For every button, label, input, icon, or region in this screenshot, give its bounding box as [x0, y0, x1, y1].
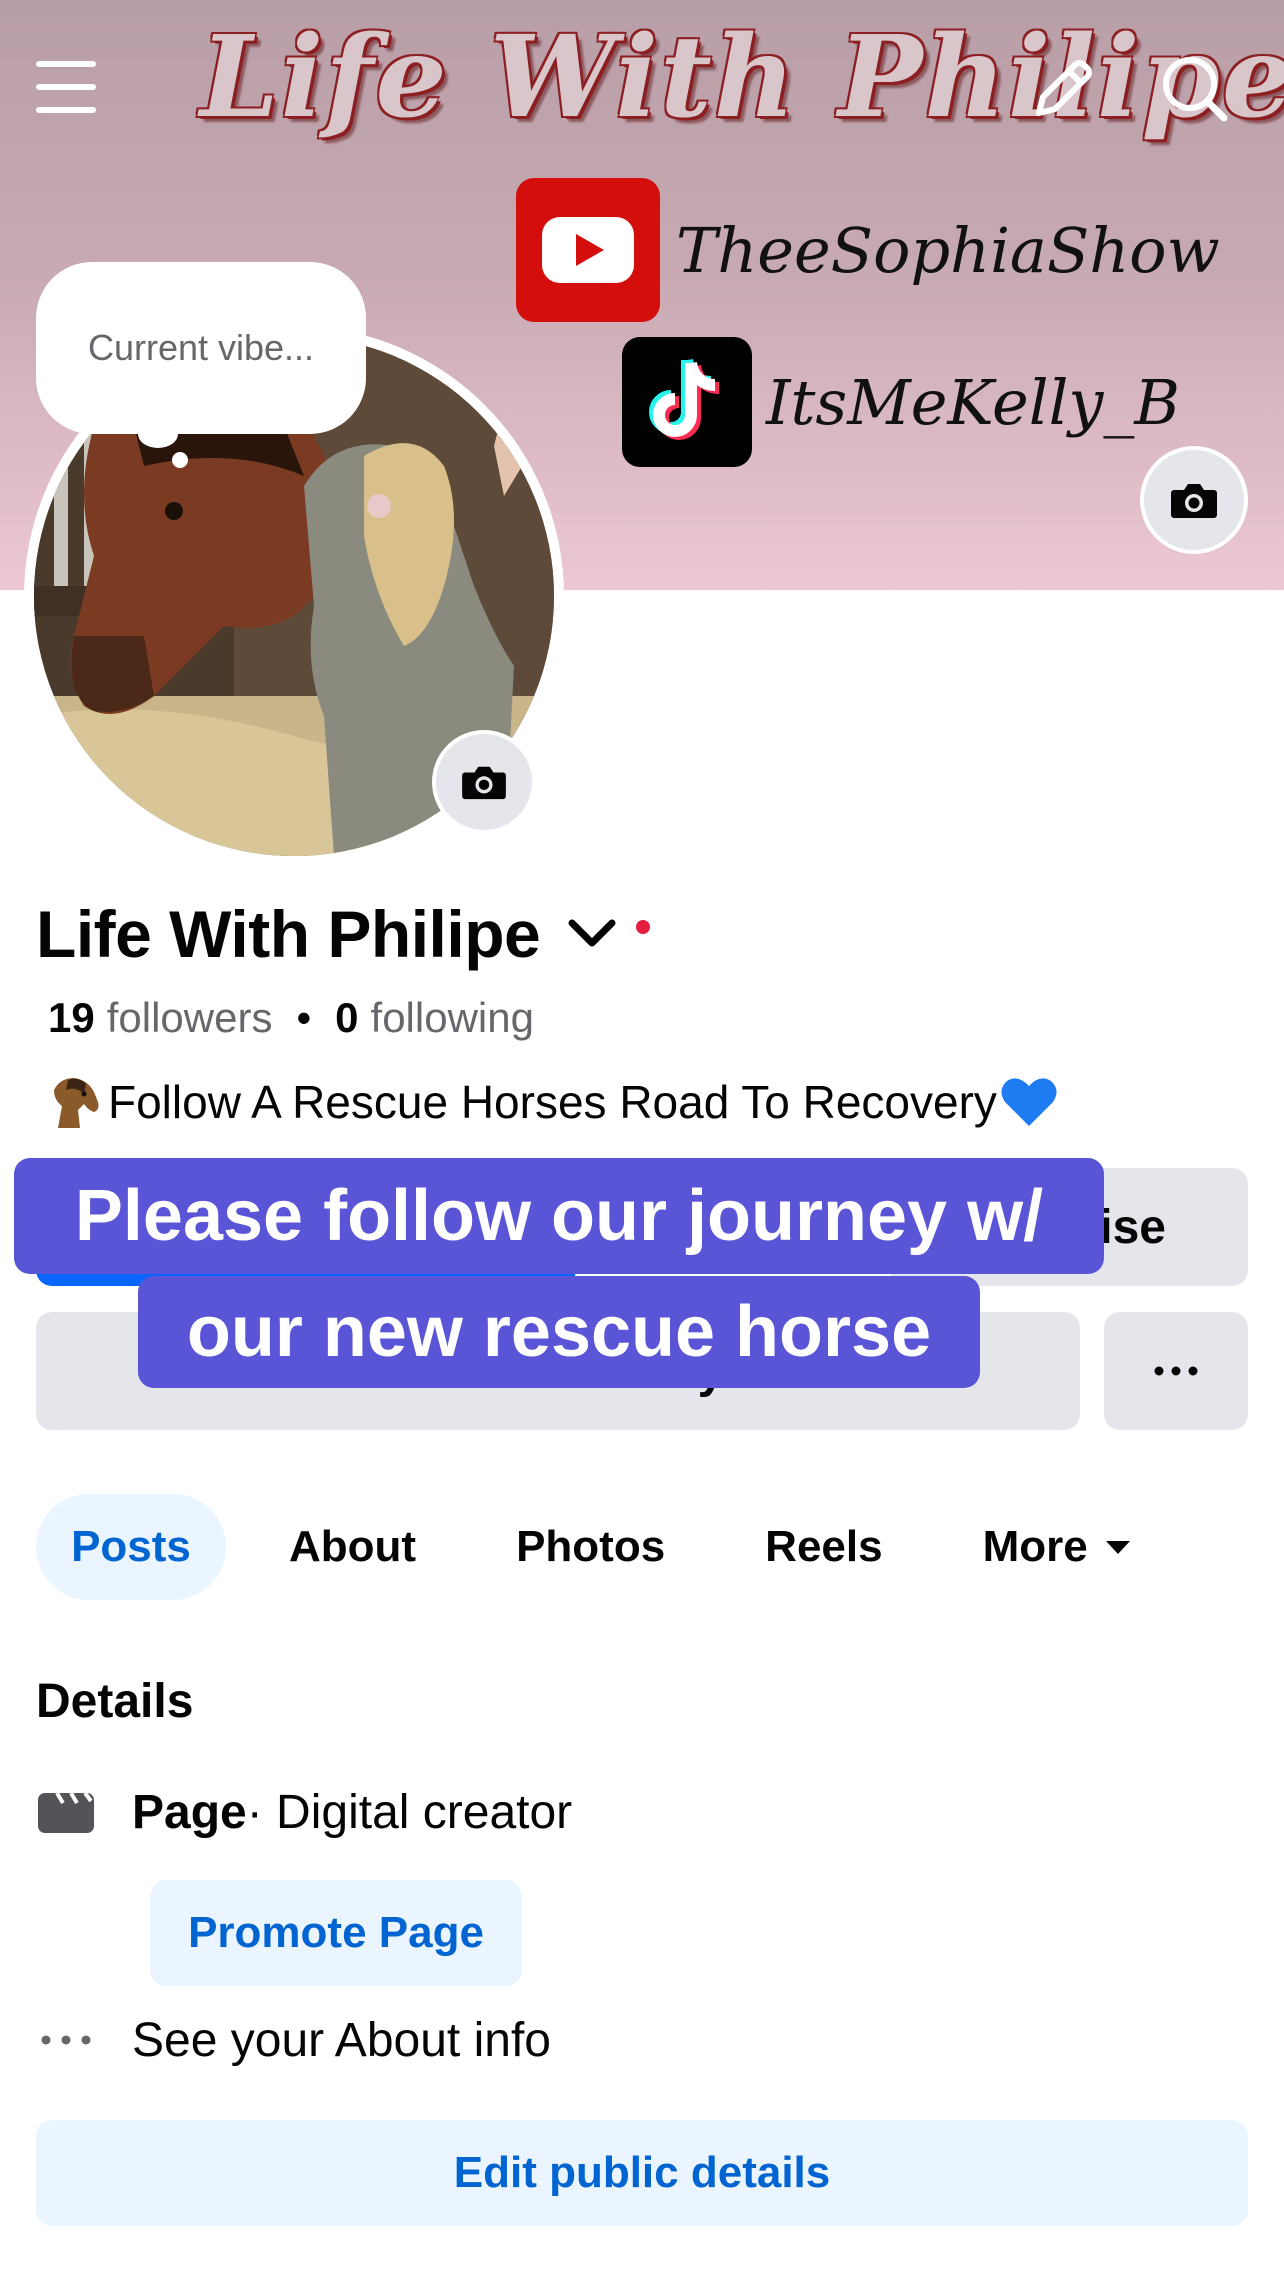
edit-public-details-button[interactable]: Edit public details: [36, 2120, 1248, 2226]
about-info-label: See your About info: [132, 2013, 551, 2067]
more-dots-icon: [1154, 1366, 1198, 1376]
profile-name-row[interactable]: Life With Philipe: [36, 896, 651, 972]
current-vibe-bubble[interactable]: Current vibe...: [36, 262, 366, 434]
cover-camera-icon[interactable]: [1140, 446, 1248, 554]
tab-photos-label: Photos: [516, 1522, 666, 1571]
tab-posts-label: Posts: [71, 1522, 191, 1571]
vibe-bubble-tail-dot: [172, 452, 188, 468]
clapperboard-icon: [36, 1782, 96, 1842]
blue-heart-icon: [997, 1070, 1061, 1134]
stats-separator: •: [296, 994, 312, 1041]
tab-reels-label: Reels: [765, 1522, 883, 1571]
profile-bio: Follow A Rescue Horses Road To Recovery: [42, 1070, 1063, 1134]
caption-line-1: Please follow our journey w/: [14, 1158, 1104, 1274]
youtube-handle-group: TheeSophiaShow: [516, 178, 1220, 322]
search-icon[interactable]: [1156, 50, 1232, 126]
vibe-bubble-tail: [138, 420, 178, 448]
horse-emoji-icon: [42, 1070, 106, 1134]
tab-photos[interactable]: Photos: [479, 1494, 702, 1600]
profile-tabs: Posts About Photos Reels More: [36, 1494, 1195, 1600]
caret-down-icon: [1104, 1538, 1132, 1556]
tiktok-handle: ItsMeKelly_B: [766, 365, 1180, 439]
profile-page: Life With Philipe TheeSophiaShow ItsMeKe…: [0, 0, 1284, 2282]
details-heading: Details: [36, 1675, 194, 1728]
advertise-label: ise: [1099, 1200, 1166, 1254]
youtube-logo-icon: [516, 178, 660, 322]
promote-page-label: Promote Page: [188, 1908, 484, 1957]
page-category-row: Page · Digital creator: [36, 1782, 572, 1842]
followers-label[interactable]: followers: [107, 994, 273, 1042]
pencil-icon[interactable]: [1024, 52, 1100, 128]
tab-about[interactable]: About: [252, 1494, 453, 1600]
followers-count[interactable]: 19: [48, 994, 95, 1042]
following-label[interactable]: following: [371, 994, 534, 1042]
youtube-handle: TheeSophiaShow: [676, 213, 1220, 287]
promote-page-button[interactable]: Promote Page: [150, 1880, 522, 1986]
caption-line-1-text: Please follow our journey w/: [74, 1176, 1044, 1256]
caption-line-2: our new rescue horse: [138, 1276, 980, 1388]
tab-reels[interactable]: Reels: [728, 1494, 919, 1600]
tab-more[interactable]: More: [946, 1494, 1169, 1600]
tiktok-handle-group: ItsMeKelly_B: [622, 337, 1180, 467]
current-vibe-placeholder: Current vibe...: [87, 327, 315, 368]
menu-icon[interactable]: [30, 54, 102, 120]
notification-dot: [636, 920, 651, 934]
caption-line-2-text: our new rescue horse: [186, 1292, 932, 1372]
about-info-row[interactable]: See your About info: [36, 2010, 551, 2070]
tab-more-label: More: [982, 1522, 1088, 1571]
tiktok-logo-icon: [622, 337, 752, 467]
chevron-down-icon[interactable]: [566, 908, 618, 960]
following-count[interactable]: 0: [335, 994, 358, 1042]
more-options-button[interactable]: [1104, 1312, 1248, 1430]
profile-name: Life With Philipe: [36, 897, 541, 971]
bio-text: Follow A Rescue Horses Road To Recovery: [108, 1076, 997, 1128]
cover-title-text: Life With Philipe: [200, 12, 1284, 143]
page-category: · Digital creator: [246, 1785, 573, 1839]
avatar-camera-icon[interactable]: [432, 730, 536, 834]
edit-public-details-label: Edit public details: [453, 2148, 831, 2197]
tab-posts[interactable]: Posts: [36, 1494, 226, 1600]
more-dots-icon: [36, 2010, 96, 2070]
tab-about-label: About: [289, 1522, 417, 1571]
page-label: Page: [132, 1785, 247, 1839]
follow-stats: 19 followers • 0 following: [48, 994, 534, 1042]
